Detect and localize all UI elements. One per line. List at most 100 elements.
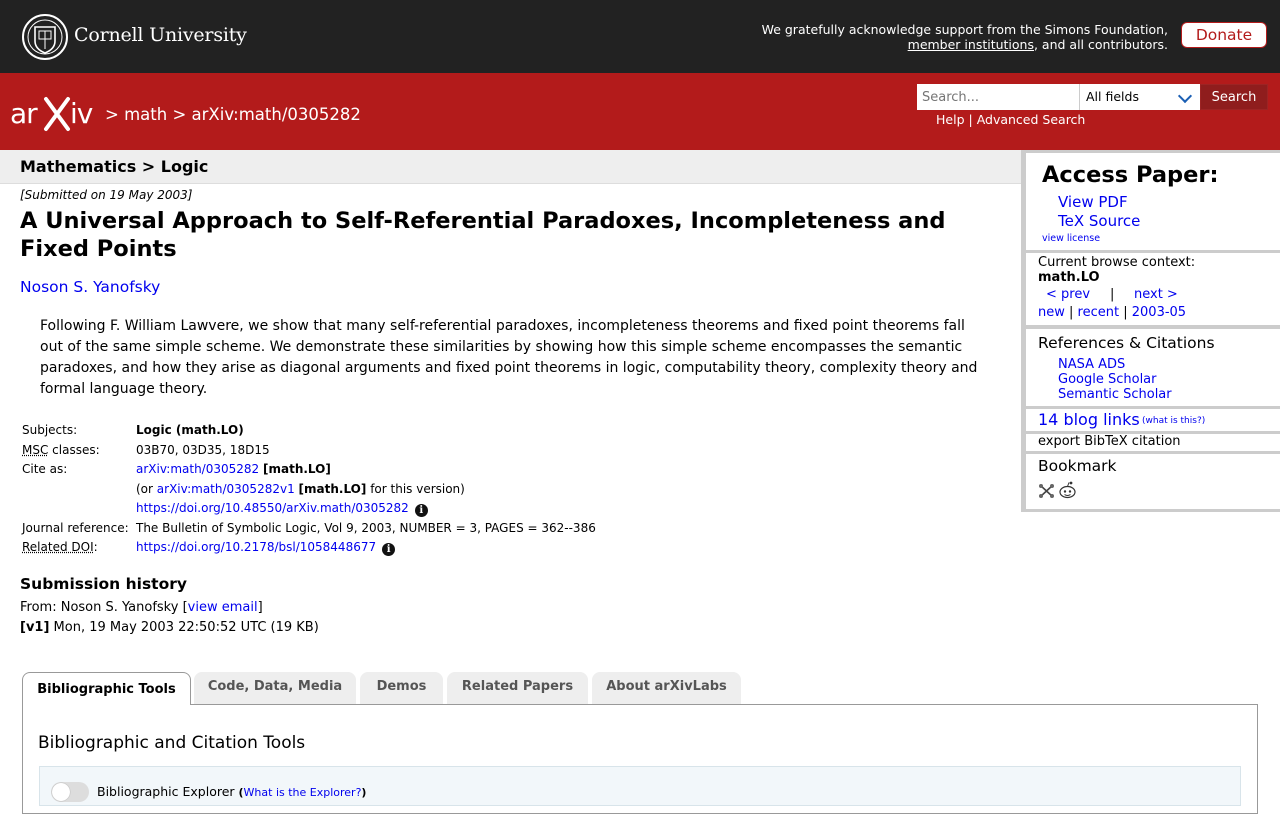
- tab-demos[interactable]: Demos: [360, 672, 443, 704]
- donate-button[interactable]: Donate: [1181, 22, 1267, 48]
- cite-id-link[interactable]: arXiv:math/0305282: [136, 462, 259, 476]
- bibsonomy-icon[interactable]: [1038, 483, 1055, 499]
- bookmark-heading: Bookmark: [1038, 457, 1117, 475]
- what-is-this-link[interactable]: (what is this?): [1142, 416, 1205, 426]
- search-input[interactable]: [917, 84, 1079, 110]
- paper-title: A Universal Approach to Self-Referential…: [20, 208, 946, 262]
- journal-label: Journal reference:: [22, 520, 129, 535]
- cite-v1-tag: [math.LO]: [298, 481, 367, 496]
- panel-heading: Bibliographic and Citation Tools: [38, 733, 306, 753]
- version-tag: [v1]: [20, 620, 50, 635]
- msc-abbr: MSC: [22, 442, 49, 457]
- version-detail: Mon, 19 May 2003 22:50:52 UTC (19 KB): [49, 620, 319, 635]
- cite-v1-link[interactable]: arXiv:math/0305282v1: [157, 482, 295, 496]
- related-doi-abbr: Related DOI: [22, 540, 94, 554]
- search-help-links: Help | Advanced Search: [936, 112, 1085, 127]
- prev-link[interactable]: < prev: [1046, 287, 1090, 302]
- version-v1: [v1] Mon, 19 May 2003 22:50:52 UTC (19 K…: [20, 620, 319, 635]
- subjects-value: Logic (math.LO): [136, 423, 244, 437]
- export-bibtex[interactable]: export BibTeX citation: [1038, 434, 1181, 449]
- bibtex-box: export BibTeX citation: [1026, 434, 1280, 451]
- svg-text:iv: iv: [70, 97, 93, 130]
- nav-separator: |: [1110, 287, 1115, 302]
- semantic-scholar-link[interactable]: Semantic Scholar: [1058, 387, 1172, 402]
- browse-context-box: Current browse context: math.LO < prev |…: [1026, 253, 1280, 325]
- cornell-wordmark[interactable]: Cornell University: [74, 24, 247, 46]
- references-heading: References & Citations: [1038, 334, 1215, 352]
- access-paper-heading: Access Paper:: [1042, 162, 1219, 188]
- explorer-text: Bibliographic Explorer: [97, 784, 235, 799]
- from-suffix: ]: [257, 600, 263, 615]
- nasa-ads-link[interactable]: NASA ADS: [1058, 357, 1125, 372]
- tab-related-papers[interactable]: Related Papers: [447, 672, 588, 704]
- msc-label-rest: classes:: [48, 442, 100, 457]
- author-link[interactable]: Noson S. Yanofsky: [20, 278, 160, 296]
- tab-about-arxivlabs[interactable]: About arXivLabs: [592, 672, 741, 704]
- advanced-search-link[interactable]: Advanced Search: [977, 112, 1086, 127]
- table-row: Related DOI: https://doi.org/10.2178/bsl…: [20, 538, 598, 558]
- arxiv-logo-icon[interactable]: ar iv: [10, 93, 102, 133]
- blog-links-box: 14 blog links (what is this?): [1026, 409, 1280, 431]
- cite-value: arXiv:math/0305282 [math.LO] (or arXiv:m…: [134, 460, 598, 519]
- submission-date: [Submitted on 19 May 2003]: [20, 188, 193, 202]
- breadcrumb: > math > arXiv:math/0305282: [105, 105, 361, 124]
- cite-tag: [math.LO]: [263, 462, 331, 476]
- breadcrumb-math[interactable]: math: [124, 105, 167, 124]
- breadcrumb-sep: >: [172, 105, 187, 124]
- explorer-help: (What is the Explorer?): [239, 786, 367, 799]
- related-doi-value: https://doi.org/10.2178/bsl/1058448677 i: [134, 538, 598, 558]
- blog-links-link[interactable]: 14 blog links: [1038, 410, 1140, 429]
- msc-value: 03B70, 03D35, 18D15: [136, 442, 270, 457]
- member-institutions-link[interactable]: member institutions: [908, 37, 1034, 52]
- help-link[interactable]: Help: [936, 112, 965, 127]
- recent-link[interactable]: recent: [1078, 305, 1120, 320]
- submission-from: From: Noson S. Yanofsky [view email]: [20, 600, 263, 615]
- journal-value: The Bulletin of Symbolic Logic, Vol 9, 2…: [136, 520, 596, 535]
- what-is-explorer-link[interactable]: What is the Explorer?: [244, 786, 362, 799]
- subjects-label: Subjects:: [22, 423, 78, 437]
- explorer-label: Bibliographic Explorer (What is the Expl…: [97, 784, 366, 799]
- ack-text-rest: , and all contributors.: [1033, 37, 1168, 52]
- table-row: Journal reference: The Bulletin of Symbo…: [20, 519, 598, 539]
- toggle-knob[interactable]: [52, 783, 70, 801]
- info-icon[interactable]: i: [414, 504, 428, 517]
- from-prefix: From: Noson S. Yanofsky [: [20, 600, 188, 615]
- svg-text:ar: ar: [10, 97, 38, 130]
- table-row: MSC classes: 03B70, 03D35, 18D15: [20, 441, 598, 461]
- view-pdf-link[interactable]: View PDF: [1058, 193, 1128, 211]
- ack-text: We gratefully acknowledge support from t…: [761, 22, 1168, 37]
- browse-list-links: new | recent | 2003-05: [1038, 305, 1186, 320]
- cite-version-text: for this version): [370, 481, 465, 496]
- explorer-paren-close: ): [361, 786, 367, 799]
- related-doi-link[interactable]: https://doi.org/10.2178/bsl/1058448677: [136, 540, 376, 554]
- browse-context-value: math.LO: [1038, 270, 1100, 285]
- next-link[interactable]: next >: [1134, 287, 1178, 302]
- breadcrumb-paper: arXiv:math/0305282: [191, 105, 361, 124]
- acknowledgement: We gratefully acknowledge support from t…: [762, 22, 1168, 52]
- list-separator: |: [1123, 305, 1128, 320]
- cite-label: Cite as:: [22, 462, 68, 476]
- related-doi-label: Related DOI:: [20, 538, 134, 558]
- metadata-table: Subjects: Logic (math.LO) MSC classes: 0…: [20, 421, 598, 558]
- cornell-seal-icon[interactable]: [22, 13, 68, 61]
- subject-heading: Mathematics > Logic: [20, 157, 209, 176]
- list-separator: |: [1069, 305, 1074, 320]
- cite-doi-link[interactable]: https://doi.org/10.48550/arXiv.math/0305…: [136, 501, 409, 515]
- bookmark-box: Bookmark: [1026, 454, 1280, 509]
- view-email-link[interactable]: view email: [188, 600, 258, 615]
- info-icon[interactable]: i: [382, 543, 396, 556]
- reddit-icon[interactable]: [1059, 481, 1076, 499]
- table-row: Cite as: arXiv:math/0305282 [math.LO] (o…: [20, 460, 598, 519]
- tab-code-data-media[interactable]: Code, Data, Media: [194, 672, 356, 704]
- help-separator: |: [968, 112, 973, 127]
- new-link[interactable]: new: [1038, 305, 1065, 320]
- references-box: References & Citations NASA ADS Google S…: [1026, 329, 1280, 406]
- view-license-link[interactable]: view license: [1042, 233, 1100, 244]
- access-paper-box: Access Paper: View PDF TeX Source view l…: [1026, 153, 1280, 250]
- google-scholar-link[interactable]: Google Scholar: [1058, 372, 1157, 387]
- cite-or: (or: [136, 481, 153, 496]
- tex-source-link[interactable]: TeX Source: [1058, 212, 1140, 230]
- month-link[interactable]: 2003-05: [1132, 305, 1186, 320]
- search-button[interactable]: Search: [1200, 84, 1268, 110]
- tab-bibliographic-tools[interactable]: Bibliographic Tools: [22, 672, 191, 705]
